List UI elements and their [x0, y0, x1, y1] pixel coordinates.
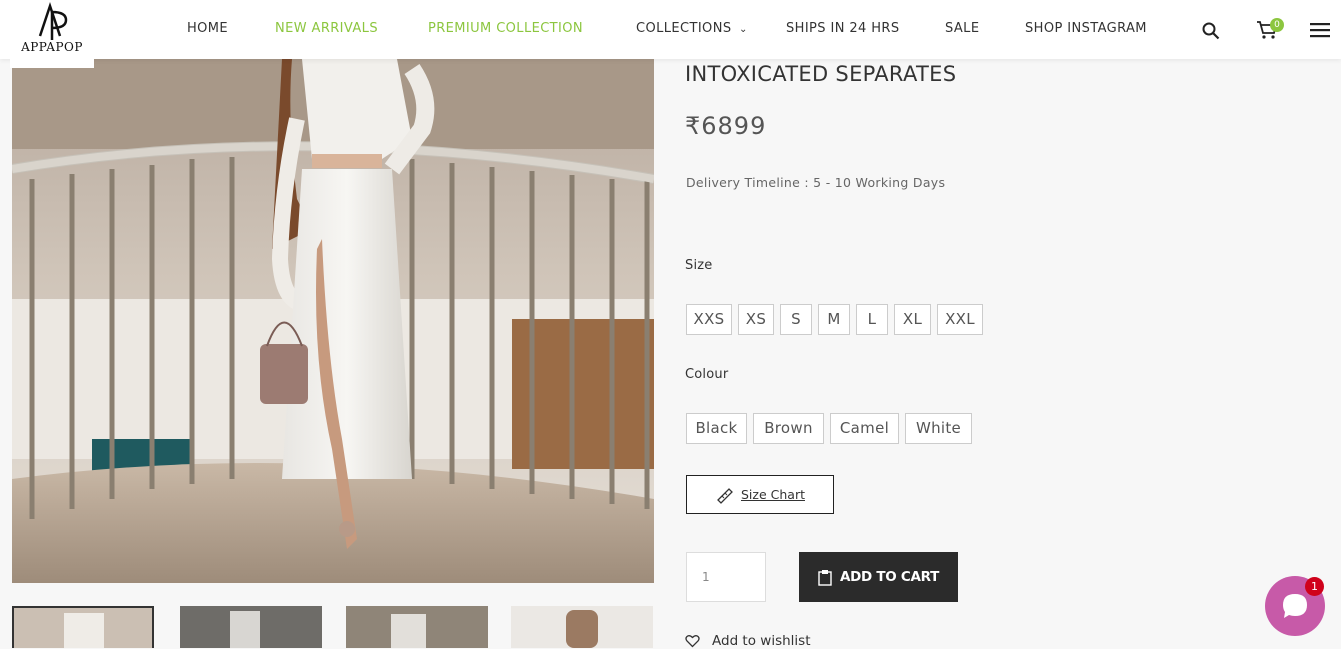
colour-label: Colour — [685, 367, 729, 382]
colour-option-camel[interactable]: Camel — [830, 413, 899, 444]
ruler-icon — [717, 487, 733, 504]
menu-icon[interactable] — [1310, 22, 1330, 38]
delivery-timeline: Delivery Timeline : 5 - 10 Working Days — [686, 175, 946, 190]
size-option-m[interactable]: M — [818, 304, 850, 335]
site-header: APPAPOP HOME NEW ARRIVALS PREMIUM COLLEC… — [0, 0, 1341, 68]
quantity-input[interactable]: 1 — [686, 552, 766, 602]
nav-ships-24hrs[interactable]: SHIPS IN 24 HRS — [786, 21, 900, 36]
clipboard-icon — [818, 569, 832, 586]
product-main-image[interactable] — [12, 59, 654, 583]
chat-bubble-icon — [1283, 594, 1307, 618]
product-price: ₹6899 — [685, 112, 767, 140]
colour-option-brown[interactable]: Brown — [753, 413, 824, 444]
logo-text: APPAPOP — [21, 40, 83, 54]
product-photo — [12, 59, 654, 583]
colour-option-black[interactable]: Black — [686, 413, 747, 444]
product-thumbnail[interactable] — [346, 606, 488, 648]
size-option-l[interactable]: L — [856, 304, 888, 335]
chevron-down-icon: ⌄ — [739, 24, 748, 35]
nav-collections[interactable]: COLLECTIONS ⌄ — [636, 21, 748, 36]
thumbnail-image — [511, 606, 653, 648]
wishlist-label: Add to wishlist — [712, 633, 811, 649]
nav-shop-instagram[interactable]: SHOP INSTAGRAM — [1025, 21, 1147, 36]
search-icon[interactable] — [1202, 22, 1220, 40]
add-to-cart-label: ADD TO CART — [840, 569, 939, 585]
size-label: Size — [685, 258, 713, 273]
product-thumbnail[interactable] — [12, 606, 154, 648]
add-to-wishlist-link[interactable]: Add to wishlist — [685, 633, 810, 649]
size-option-xxs[interactable]: XXS — [686, 304, 732, 335]
thumbnail-image — [346, 606, 488, 648]
nav-premium-collection[interactable]: PREMIUM COLLECTION — [428, 21, 583, 36]
product-thumbnail[interactable] — [511, 606, 653, 648]
size-option-s[interactable]: S — [780, 304, 812, 335]
thumbnail-image — [14, 608, 152, 648]
size-chart-label: Size Chart — [741, 487, 805, 502]
size-option-xxl[interactable]: XXL — [937, 304, 983, 335]
cart-count-badge: 0 — [1270, 18, 1284, 32]
nav-collections-label: COLLECTIONS — [636, 21, 732, 36]
size-chart-button[interactable]: Size Chart — [686, 475, 834, 514]
thumbnail-image — [180, 606, 322, 648]
product-thumbnail[interactable] — [180, 606, 322, 648]
brand-logo[interactable]: APPAPOP — [10, 0, 94, 68]
logo-mark-icon — [38, 2, 68, 40]
colour-option-white[interactable]: White — [905, 413, 972, 444]
nav-new-arrivals[interactable]: NEW ARRIVALS — [275, 21, 378, 36]
heart-icon — [685, 635, 700, 648]
nav-sale[interactable]: SALE — [945, 21, 979, 36]
add-to-cart-button[interactable]: ADD TO CART — [799, 552, 958, 602]
size-option-xl[interactable]: XL — [894, 304, 931, 335]
size-option-xs[interactable]: XS — [738, 304, 774, 335]
product-title: INTOXICATED SEPARATES — [685, 62, 957, 86]
chat-notification-badge: 1 — [1305, 577, 1324, 596]
nav-home[interactable]: HOME — [187, 21, 228, 36]
